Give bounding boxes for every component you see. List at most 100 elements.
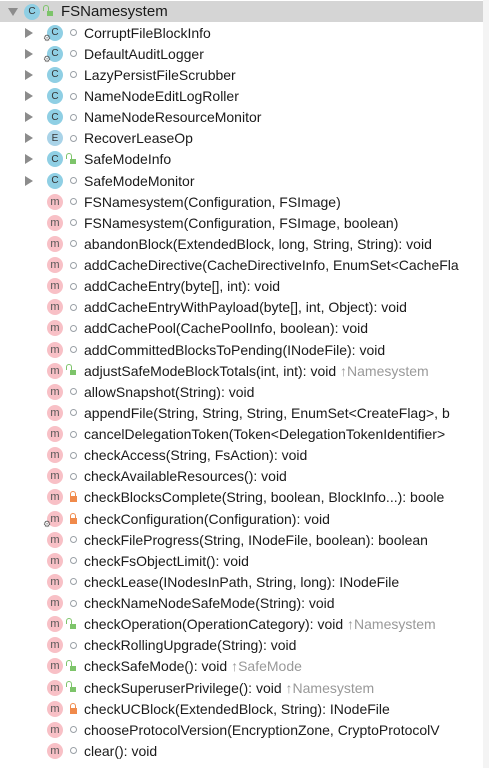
static-icon: ⚙ — [43, 518, 52, 529]
tree-item[interactable]: C SafeModeInfo — [0, 149, 483, 170]
expand-arrow-icon[interactable] — [25, 27, 33, 38]
tree-item[interactable]: m chooseProtocolVersion(EncryptionZone, C… — [0, 719, 483, 740]
method-icon: m — [47, 552, 63, 569]
item-label: FSNamesystem(Configuration, FSImage, boo… — [84, 214, 399, 231]
item-label: checkFileProgress(String, INodeFile, boo… — [84, 531, 428, 548]
item-label: RecoverLeaseOp — [84, 130, 193, 147]
expand-arrow-icon[interactable] — [25, 48, 33, 59]
tree-item[interactable]: m FSNamesystem(Configuration, FSImage, bo… — [0, 212, 483, 233]
private-visibility-icon — [68, 512, 78, 525]
tree-item[interactable]: m checkFileProgress(String, INodeFile, bo… — [0, 529, 483, 550]
tree-item[interactable]: m checkAccess(String, FsAction): void — [0, 445, 483, 466]
tree-item[interactable]: m addCachePool(CachePoolInfo, boolean): v… — [0, 318, 483, 339]
tree-root-fsnamesystem[interactable]: C FSNamesystem — [0, 1, 483, 23]
public-visibility-icon — [66, 681, 78, 694]
package-visibility-icon — [68, 428, 78, 440]
tree-item[interactable]: C LazyPersistFileScrubber — [0, 64, 483, 85]
method-icon: m — [47, 193, 63, 210]
package-visibility-icon — [68, 470, 78, 482]
tree-item[interactable]: m addCacheEntry(byte[], int): void — [0, 276, 483, 297]
vertical-scrollbar[interactable] — [483, 0, 489, 768]
item-label: allowSnapshot(String): void — [84, 383, 255, 400]
tree-item[interactable]: m checkSuperuserPrivilege(): void ↑Namesy… — [0, 677, 483, 698]
item-label: checkSuperuserPrivilege(): void — [84, 679, 282, 696]
method-icon: m — [47, 679, 63, 696]
expand-arrow-icon[interactable] — [25, 175, 33, 186]
collapse-arrow-icon[interactable] — [8, 7, 18, 16]
tree-item[interactable]: C SafeModeMonitor — [0, 170, 483, 191]
enum-icon: E — [47, 130, 63, 147]
item-label: SafeModeInfo — [84, 151, 172, 168]
class-icon: C — [47, 109, 63, 126]
tree-item[interactable]: m clear(): void — [0, 740, 483, 761]
package-visibility-icon — [68, 90, 78, 102]
public-visibility-icon — [66, 364, 78, 377]
item-label: SafeModeMonitor — [84, 172, 195, 189]
tree-item[interactable]: m checkAvailableResources(): void — [0, 466, 483, 487]
method-icon: m — [47, 341, 63, 358]
expand-arrow-icon[interactable] — [25, 91, 33, 102]
method-icon: m ⚙ — [43, 510, 63, 529]
method-icon: m — [47, 426, 63, 443]
package-visibility-icon — [68, 724, 78, 736]
item-label: adjustSafeModeBlockTotals(int, int): voi… — [84, 362, 337, 379]
class-icon: C — [47, 88, 63, 105]
tree-item[interactable]: m abandonBlock(ExtendedBlock, long, Strin… — [0, 233, 483, 254]
expand-arrow-icon[interactable] — [25, 133, 33, 144]
tree-item[interactable]: m checkFsObjectLimit(): void — [0, 550, 483, 571]
package-visibility-icon — [68, 27, 78, 39]
inherited-from: ↑Namesystem — [347, 616, 436, 633]
tree-item[interactable]: m checkUCBlock(ExtendedBlock, String): IN… — [0, 698, 483, 719]
tree-item[interactable]: m addCacheEntryWithPayload(byte[], int, O… — [0, 297, 483, 318]
class-icon: C ⚙ — [43, 24, 63, 43]
public-lock-icon — [43, 5, 55, 18]
package-visibility-icon — [68, 280, 78, 292]
tree-item[interactable]: C ⚙ DefaultAuditLogger — [0, 43, 483, 64]
method-icon: m — [47, 700, 63, 717]
tree-item[interactable]: m FSNamesystem(Configuration, FSImage) — [0, 191, 483, 212]
static-icon: ⚙ — [43, 32, 52, 43]
method-icon: m — [47, 320, 63, 337]
item-label: checkRollingUpgrade(String): void — [84, 637, 297, 654]
item-label: checkConfiguration(Configuration): void — [84, 510, 330, 527]
expand-arrow-icon[interactable] — [25, 154, 33, 165]
structure-tree: C FSNamesystem C ⚙ CorruptFileBlockInfo C ⚙ D… — [0, 1, 483, 762]
expand-arrow-icon[interactable] — [25, 112, 33, 123]
tree-item[interactable]: C ⚙ CorruptFileBlockInfo — [0, 22, 483, 43]
item-label: addCacheEntryWithPayload(byte[], int, Ob… — [84, 299, 407, 316]
tree-item[interactable]: m appendFile(String, String, String, Enum… — [0, 402, 483, 423]
tree-item[interactable]: m addCommittedBlocksToPending(INodeFile):… — [0, 339, 483, 360]
inherited-from: ↑Namesystem — [285, 679, 375, 696]
method-icon: m — [47, 299, 63, 316]
method-icon: m — [47, 489, 63, 506]
package-visibility-icon — [68, 259, 78, 271]
tree-item[interactable]: m addCacheDirective(CacheDirectiveInfo, E… — [0, 255, 483, 276]
expand-arrow-icon[interactable] — [25, 69, 33, 80]
method-icon: m — [47, 383, 63, 400]
tree-item[interactable]: m ⚙ checkConfiguration(Configuration): voi… — [0, 508, 483, 529]
method-icon: m — [47, 531, 63, 548]
public-visibility-icon — [66, 617, 78, 630]
tree-item[interactable]: C NameNodeResourceMonitor — [0, 107, 483, 128]
method-icon: m — [47, 447, 63, 464]
package-visibility-icon — [68, 386, 78, 398]
tree-item[interactable]: m adjustSafeModeBlockTotals(int, int): vo… — [0, 360, 483, 381]
tree-item[interactable]: m allowSnapshot(String): void — [0, 381, 483, 402]
package-visibility-icon — [68, 301, 78, 313]
tree-item[interactable]: m checkLease(INodesInPath, String, long):… — [0, 571, 483, 592]
item-label: checkNameNodeSafeMode(String): void — [84, 595, 335, 612]
tree-item[interactable]: C NameNodeEditLogRoller — [0, 86, 483, 107]
method-icon: m — [47, 658, 63, 675]
tree-item[interactable]: m checkSafeMode(): void ↑SafeMode — [0, 656, 483, 677]
tree-item[interactable]: m checkBlocksComplete(String, boolean, Bl… — [0, 487, 483, 508]
package-visibility-icon — [68, 597, 78, 609]
item-label: addCachePool(CachePoolInfo, boolean): vo… — [84, 320, 369, 337]
public-visibility-icon — [66, 152, 78, 165]
tree-item[interactable]: m cancelDelegationToken(Token<DelegationT… — [0, 424, 483, 445]
tree-item[interactable]: m checkOperation(OperationCategory): void… — [0, 614, 483, 635]
class-icon: C ⚙ — [43, 45, 63, 64]
tree-item[interactable]: m checkNameNodeSafeMode(String): void — [0, 593, 483, 614]
tree-item[interactable]: m checkRollingUpgrade(String): void — [0, 635, 483, 656]
package-visibility-icon — [68, 449, 78, 461]
tree-item[interactable]: E RecoverLeaseOp — [0, 128, 483, 149]
